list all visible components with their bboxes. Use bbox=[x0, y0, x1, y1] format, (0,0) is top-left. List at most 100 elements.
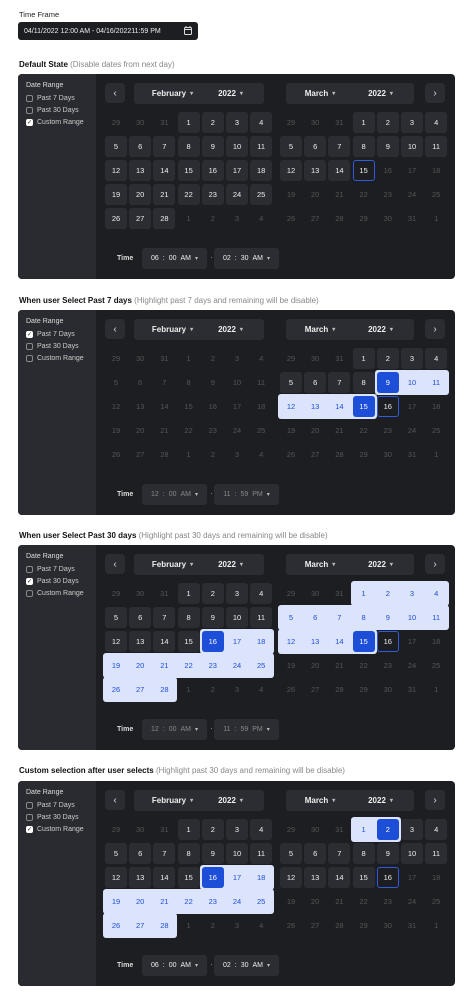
calendar-day[interactable]: 14 bbox=[153, 631, 176, 652]
calendar-day[interactable]: 7 bbox=[328, 136, 351, 157]
next-month-button[interactable]: › bbox=[425, 790, 445, 810]
calendar-day[interactable]: 9 bbox=[376, 607, 399, 628]
calendar-day[interactable]: 1 bbox=[352, 819, 375, 840]
start-time-select[interactable]: 06:00 AM ▾ bbox=[142, 248, 207, 269]
checkbox-icon[interactable] bbox=[26, 814, 33, 821]
calendar-day[interactable]: 23 bbox=[201, 184, 224, 205]
calendar-day[interactable]: 23 bbox=[201, 655, 224, 676]
next-month-button[interactable]: › bbox=[425, 83, 445, 103]
range-option[interactable]: Past 30 Days bbox=[26, 343, 79, 350]
calendar-day[interactable]: 16 bbox=[201, 160, 224, 181]
calendar-day[interactable]: 19 bbox=[105, 184, 127, 205]
calendar-day[interactable]: 26 bbox=[105, 208, 127, 229]
calendar-day[interactable]: 7 bbox=[328, 372, 351, 393]
checkbox-icon[interactable] bbox=[26, 355, 33, 362]
calendar-day[interactable]: 6 bbox=[129, 607, 152, 628]
calendar-day[interactable]: 28 bbox=[153, 208, 176, 229]
checkbox-checked-icon[interactable]: ✓ bbox=[26, 119, 33, 126]
calendar-day[interactable]: 16 bbox=[201, 631, 224, 652]
calendar-day[interactable]: 20 bbox=[129, 655, 152, 676]
calendar-day[interactable]: 5 bbox=[280, 136, 302, 157]
calendar-day[interactable]: 2 bbox=[376, 583, 399, 604]
calendar-day[interactable]: 11 bbox=[425, 843, 448, 864]
calendar-day[interactable]: 3 bbox=[401, 112, 423, 133]
calendar-day[interactable]: 10 bbox=[226, 607, 248, 628]
calendar-day[interactable]: 9 bbox=[376, 136, 399, 157]
start-time-select[interactable]: 12:00 AM ▾ bbox=[142, 484, 207, 505]
calendar-day[interactable]: 5 bbox=[105, 843, 127, 864]
calendar-day[interactable]: 19 bbox=[105, 891, 127, 912]
calendar-day[interactable]: 2 bbox=[201, 583, 224, 604]
checkbox-icon[interactable] bbox=[26, 566, 33, 573]
calendar-day[interactable]: 6 bbox=[304, 136, 327, 157]
calendar-day[interactable]: 25 bbox=[250, 184, 273, 205]
calendar-day[interactable]: 7 bbox=[153, 136, 176, 157]
calendar-day[interactable]: 12 bbox=[280, 396, 302, 417]
calendar-day[interactable]: 16 bbox=[376, 867, 399, 888]
calendar-day[interactable]: 14 bbox=[328, 160, 351, 181]
calendar-day[interactable]: 2 bbox=[376, 348, 399, 369]
calendar-day[interactable]: 19 bbox=[105, 655, 127, 676]
range-option[interactable]: Custom Range bbox=[26, 590, 84, 597]
range-option[interactable]: ✓ Past 30 Days bbox=[26, 578, 79, 585]
calendar-day[interactable]: 11 bbox=[250, 136, 273, 157]
year-select-left[interactable]: 2022 ▾ bbox=[197, 83, 264, 104]
checkbox-icon[interactable] bbox=[26, 590, 33, 597]
calendar-day[interactable]: 4 bbox=[250, 112, 273, 133]
month-select-right[interactable]: March ▾ bbox=[286, 83, 354, 104]
calendar-day[interactable]: 9 bbox=[201, 136, 224, 157]
calendar-day[interactable]: 21 bbox=[153, 891, 176, 912]
calendar-day[interactable]: 9 bbox=[376, 843, 399, 864]
calendar-day[interactable]: 4 bbox=[425, 583, 448, 604]
calendar-day[interactable]: 3 bbox=[226, 583, 248, 604]
calendar-day[interactable]: 12 bbox=[280, 867, 302, 888]
calendar-day[interactable]: 3 bbox=[226, 819, 248, 840]
calendar-day[interactable]: 6 bbox=[304, 843, 327, 864]
calendar-day[interactable]: 14 bbox=[153, 160, 176, 181]
range-option[interactable]: Past 7 Days bbox=[26, 802, 75, 809]
end-time-select[interactable]: 02:30 AM ▾ bbox=[214, 248, 279, 269]
calendar-day[interactable]: 1 bbox=[177, 112, 200, 133]
time-frame-input[interactable]: 04/11/2022 12:00 AM - 04/16/202211:59 PM bbox=[18, 22, 198, 40]
calendar-day[interactable]: 13 bbox=[129, 631, 152, 652]
calendar-day[interactable]: 24 bbox=[226, 184, 248, 205]
calendar-day[interactable]: 9 bbox=[201, 843, 224, 864]
calendar-day[interactable]: 11 bbox=[250, 843, 273, 864]
calendar-day[interactable]: 18 bbox=[250, 160, 273, 181]
year-select-right[interactable]: 2022 ▾ bbox=[347, 790, 414, 811]
calendar-day[interactable]: 16 bbox=[201, 867, 224, 888]
calendar-day[interactable]: 11 bbox=[425, 607, 448, 628]
calendar-day[interactable]: 6 bbox=[129, 843, 152, 864]
calendar-day[interactable]: 15 bbox=[352, 867, 375, 888]
calendar-day[interactable]: 25 bbox=[250, 655, 273, 676]
checkbox-icon[interactable] bbox=[26, 107, 33, 114]
next-month-button[interactable]: › bbox=[425, 319, 445, 339]
calendar-day[interactable]: 2 bbox=[376, 819, 399, 840]
calendar-day[interactable]: 7 bbox=[153, 607, 176, 628]
calendar-day[interactable]: 13 bbox=[129, 160, 152, 181]
calendar-day[interactable]: 15 bbox=[352, 396, 375, 417]
calendar-day[interactable]: 10 bbox=[226, 136, 248, 157]
calendar-day[interactable]: 9 bbox=[201, 607, 224, 628]
calendar-day[interactable]: 27 bbox=[129, 915, 152, 936]
calendar-day[interactable]: 2 bbox=[201, 819, 224, 840]
calendar-day[interactable]: 5 bbox=[280, 843, 302, 864]
calendar-day[interactable]: 17 bbox=[226, 631, 248, 652]
range-option[interactable]: ✓ Custom Range bbox=[26, 826, 84, 833]
calendar-day[interactable]: 2 bbox=[376, 112, 399, 133]
calendar-day[interactable]: 11 bbox=[425, 136, 448, 157]
start-time-select[interactable]: 12:00 AM ▾ bbox=[142, 719, 207, 740]
calendar-day[interactable]: 12 bbox=[280, 631, 302, 652]
calendar-day[interactable]: 10 bbox=[401, 607, 423, 628]
calendar-day[interactable]: 7 bbox=[328, 607, 351, 628]
calendar-day[interactable]: 2 bbox=[201, 112, 224, 133]
calendar-day[interactable]: 23 bbox=[201, 891, 224, 912]
calendar-day[interactable]: 13 bbox=[304, 160, 327, 181]
month-select-right[interactable]: March ▾ bbox=[286, 790, 354, 811]
calendar-day[interactable]: 3 bbox=[226, 112, 248, 133]
range-option[interactable]: Custom Range bbox=[26, 355, 84, 362]
range-option[interactable]: Past 7 Days bbox=[26, 566, 75, 573]
calendar-day[interactable]: 13 bbox=[304, 631, 327, 652]
calendar-day[interactable]: 14 bbox=[328, 867, 351, 888]
checkbox-icon[interactable] bbox=[26, 95, 33, 102]
